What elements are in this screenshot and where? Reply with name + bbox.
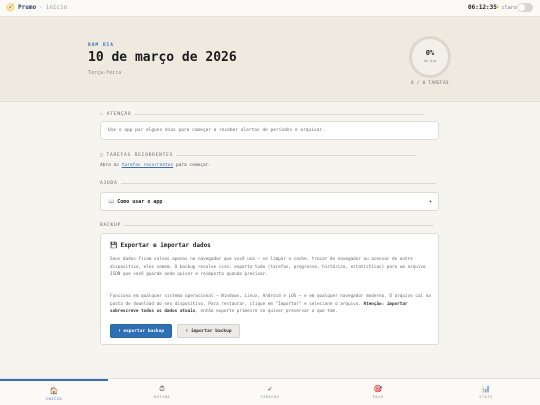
check-icon: ✓ [267,385,273,393]
home-icon: 🏠 [49,387,59,395]
weekday: Terça-feira [88,70,122,76]
help-accordion[interactable]: 📖 Como usar o app ▾ [100,192,439,211]
target-icon: 🎯 [373,385,383,393]
top-bar: 🧭 Prumo · início 06:12:35 ☀ claro [0,0,540,17]
breadcrumb-separator: · [39,4,43,11]
brand[interactable]: 🧭 Prumo · início [6,3,67,12]
nav-label: INÍCIO [45,397,63,401]
theme-label: claro [501,4,517,11]
progress-ring: 0% do dia [409,36,451,78]
greeting: BOM DIA [88,43,114,48]
export-backup-button[interactable]: ⬇ exportar backup [110,324,172,338]
backup-description: Seus dados ficam salvos apenas no navega… [110,257,426,277]
divider [120,183,436,184]
floppy-icon: 💾 [110,242,118,249]
progress-percent: 0% [425,49,435,57]
compass-icon: 🧭 [6,3,15,12]
clock: 06:12:35 [468,4,497,11]
nav-item-tarefas[interactable]: ✓ TAREFAS [216,379,324,405]
recurring-text-after: para começar. [175,163,212,168]
backup-card: 💾 Exportar e importar dados Seus dados f… [100,233,439,345]
section-label-help: AJUDA [100,181,436,186]
section-title: AJUDA [100,181,118,186]
recurring-text-before: Abra as [100,163,119,168]
backup-title-text: Exportar e importar dados [120,242,211,249]
app-name: Prumo [18,4,37,11]
nav-label: TAREFAS [260,395,280,399]
section-label-recurring: ▢ TAREFAS RECORRENTES [100,153,417,158]
nav-item-inicio[interactable]: 🏠 INÍCIO [0,379,108,405]
help-title: Como usar o app [117,198,163,205]
checkbox-icon: ▢ [100,153,104,158]
breadcrumb-page: início [45,4,68,11]
backup-title: 💾 Exportar e importar dados [110,242,211,249]
nav-label: ROTINA [153,395,171,399]
section-title: BACKUP [100,223,122,228]
section-label-attention: ⚠ ATENÇÃO [100,111,425,117]
theme-toggle[interactable] [517,3,533,12]
progress-caption: do dia [423,59,437,63]
warning-icon: ⚠ [100,111,104,117]
hero-section: BOM DIA 10 de março de 2026 Terça-feira … [0,17,540,102]
divider [176,155,417,156]
divider [124,225,435,226]
nav-item-stats[interactable]: 📊 STATS [432,379,540,405]
attention-card: Use o app por alguns dias para começar a… [100,121,439,140]
nav-label: STATS [479,395,493,399]
book-icon: 📖 [108,198,115,205]
recurring-tasks-link[interactable]: tarefas recorrentes [122,163,173,168]
sun-icon: ☀ [496,4,500,11]
attention-message: Use o app por alguns dias para começar a… [108,128,325,133]
nav-item-foco[interactable]: 🎯 FOCO [324,379,432,405]
tasks-count: 0 / 0 TAREFAS [411,80,449,85]
chart-icon: 📊 [481,385,491,393]
divider [134,113,425,115]
backup-instructions-end: , então exporte primeiro se quiser prese… [195,309,338,314]
nav-item-rotina[interactable]: ⏱ ROTINA [108,379,216,405]
timer-icon: ⏱ [159,385,165,393]
toggle-knob [518,4,525,11]
nav-label: FOCO [372,395,384,399]
theme-indicator: ☀ claro [496,4,517,11]
page-title: 10 de março de 2026 [88,50,237,65]
section-title: TAREFAS RECORRENTES [106,153,174,158]
chevron-down-icon: ▾ [428,199,432,205]
import-backup-button[interactable]: ⬆ importar backup [177,324,240,338]
section-label-backup: BACKUP [100,223,435,228]
section-title: ATENÇÃO [106,111,132,117]
backup-instructions: Funciona em qualquer sistema operacional… [110,293,434,316]
bottom-nav: 🏠 INÍCIO ⏱ ROTINA ✓ TAREFAS 🎯 FOCO 📊 STA… [0,378,540,405]
recurring-text: Abra as tarefas recorrentes para começar… [100,163,211,168]
